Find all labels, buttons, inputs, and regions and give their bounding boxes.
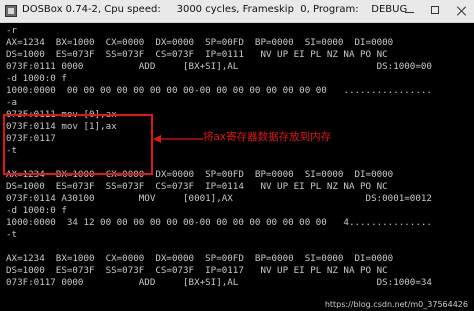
window-controls [402,2,470,20]
dosbox-window: DOSBox 0.74-2, Cpu speed: 3000 cycles, F… [0,0,474,311]
maximize-icon[interactable] [428,3,444,19]
console-line: 073F:0111 0000 ADD [BX+SI],AL DS:1000=00 [6,61,432,72]
window-title: DOSBox 0.74-2, Cpu speed: 3000 cycles, F… [22,4,408,15]
dosbox-app-icon [5,5,17,17]
console-line: 1000:0000 34 12 00 00 00 00 00 00-00 00 … [6,217,432,228]
console-line: DS=1000 ES=073F SS=073F CS=073F IP=0117 … [6,265,388,276]
console-line: -d 1000:0 f [6,73,67,84]
dos-console-screen[interactable]: -r AX=1234 BX=1000 CX=0000 DX=0000 SP=00… [0,23,474,311]
title-bar[interactable]: DOSBox 0.74-2, Cpu speed: 3000 cycles, F… [0,0,474,23]
console-line: -r [6,25,18,36]
minimize-icon[interactable] [402,3,418,19]
console-line: 073F:0114 A30100 MOV [0001],AX DS:0001=0… [6,193,432,204]
console-line: 073F:0117 0000 ADD [BX+SI],AL DS:1000=34 [6,277,432,288]
annotation-highlight-box [3,114,153,175]
console-line: -t [6,229,18,240]
console-line: 1000:0000 00 00 00 00 00 00 00 00-00 00 … [6,85,432,96]
annotation-label: 将ax寄存器数据存放到内存 [203,131,332,143]
console-line: DS=1000 ES=073F SS=073F CS=073F IP=0114 … [6,181,388,192]
console-line: -d 1000:0 f [6,205,67,216]
console-line: -a [6,97,18,108]
annotation-arrow-icon [153,135,203,143]
console-line: AX=1234 BX=1000 CX=0000 DX=0000 SP=00FD … [6,37,394,48]
close-icon[interactable] [454,3,470,19]
watermark-text: https://blog.csdn.net/m0_37564426 [324,300,468,309]
console-line: AX=1234 BX=1000 CX=0000 DX=0000 SP=00FD … [6,253,394,264]
console-line: DS=1000 ES=073F SS=073F CS=073F IP=0111 … [6,49,388,60]
